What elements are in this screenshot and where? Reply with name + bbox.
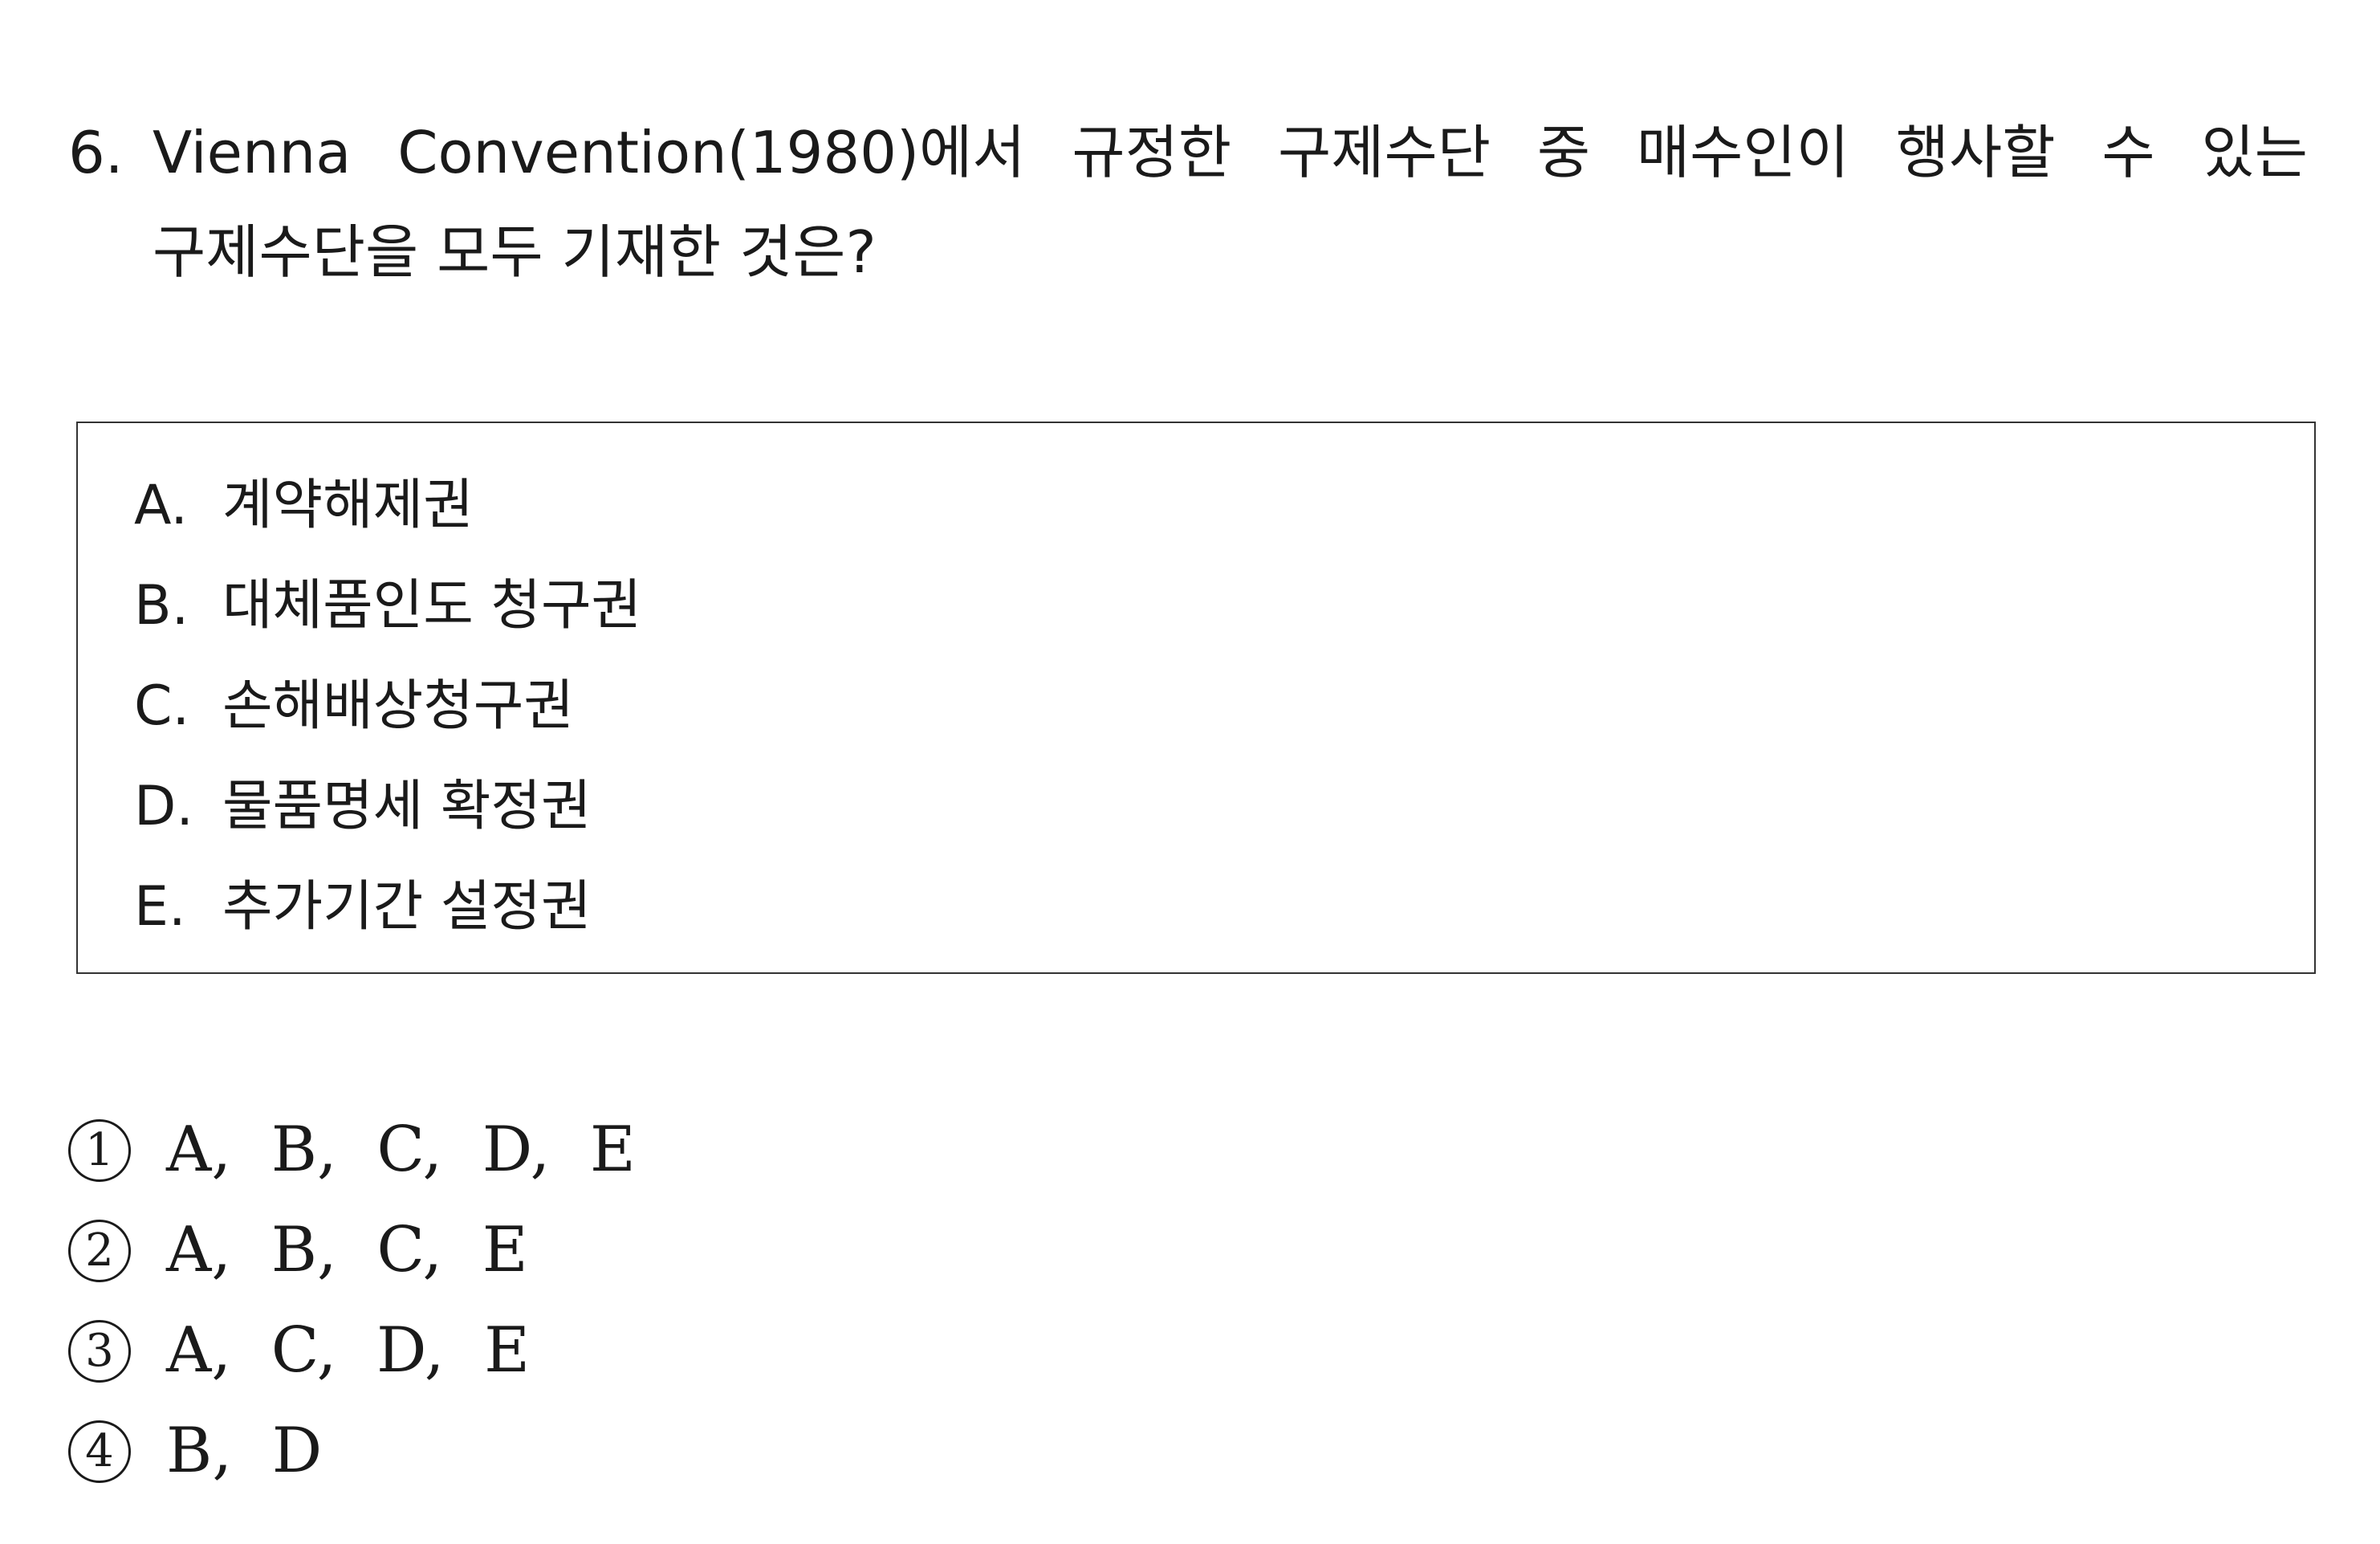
- question-number-with-word: 6. Vienna: [68, 103, 351, 202]
- option-item: E. 추가기간 설정권: [134, 857, 641, 957]
- option-letter: A.: [134, 474, 188, 537]
- answer-choice-4[interactable]: 4 B, D: [68, 1401, 636, 1501]
- option-text: 추가기간 설정권: [222, 875, 592, 939]
- question: 6. Vienna Convention(1980)에서 규정한 구제수단 중 …: [68, 103, 2308, 302]
- question-number: 6.: [68, 119, 124, 186]
- question-word: Vienna: [153, 119, 352, 186]
- option-letter: D.: [134, 775, 193, 838]
- answer-choice-2[interactable]: 2 A, B, C, E: [68, 1200, 636, 1301]
- option-letter: C.: [134, 674, 190, 738]
- option-item: A. 계약해제권: [134, 455, 641, 556]
- option-text: 물품명세 확정권: [222, 775, 592, 838]
- options-list: A. 계약해제권 B. 대체품인도 청구권 C. 손해배상청구권 D. 물품명세 확정권…: [134, 455, 641, 957]
- answer-text: A, B, C, D, E: [166, 1114, 636, 1186]
- circled-number-2: 2: [68, 1219, 131, 1282]
- answer-choices: 1 A, B, C, D, E 2 A, B, C, E 3 A, C, D, …: [68, 1100, 636, 1501]
- question-word: Convention(1980)에서: [397, 119, 1026, 186]
- answer-text: A, B, C, E: [166, 1214, 528, 1286]
- question-word: 있는: [2201, 119, 2308, 186]
- option-text: 손해배상청구권: [222, 674, 574, 738]
- answer-text: B, D: [166, 1415, 323, 1487]
- options-box: A. 계약해제권 B. 대체품인도 청구권 C. 손해배상청구권 D. 물품명세 확정권…: [76, 422, 2316, 974]
- option-text: 계약해제권: [222, 474, 474, 537]
- option-item: B. 대체품인도 청구권: [134, 556, 641, 656]
- question-line-1: 6. Vienna Convention(1980)에서 규정한 구제수단 중 …: [68, 103, 2308, 202]
- circled-number-1: 1: [68, 1118, 131, 1182]
- question-word: 구제수단: [1277, 119, 1491, 186]
- option-item: D. 물품명세 확정권: [134, 756, 641, 857]
- option-item: C. 손해배상청구권: [134, 656, 641, 756]
- answer-choice-1[interactable]: 1 A, B, C, D, E: [68, 1100, 636, 1200]
- question-line-2: 구제수단을 모두 기재한 것은?: [153, 218, 877, 286]
- question-word: 매수인이: [1636, 119, 1849, 186]
- option-text: 대체품인도 청구권: [222, 574, 642, 638]
- answer-choice-3[interactable]: 3 A, C, D, E: [68, 1301, 636, 1401]
- question-word: 중: [1536, 119, 1591, 186]
- question-word: 행사할: [1895, 119, 2056, 186]
- circled-number-3: 3: [68, 1319, 131, 1383]
- circled-number-4: 4: [68, 1420, 131, 1483]
- question-word: 수: [2101, 119, 2155, 186]
- question-word: 규정한: [1072, 119, 1232, 186]
- answer-text: A, C, D, E: [166, 1314, 531, 1387]
- option-letter: B.: [134, 574, 189, 638]
- option-letter: E.: [134, 875, 186, 939]
